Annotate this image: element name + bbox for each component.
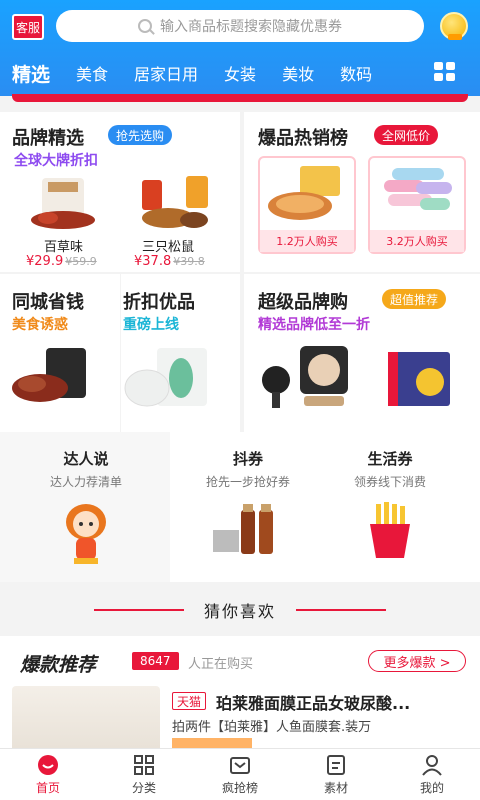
city-title: 同城省钱	[12, 292, 84, 313]
product-price: ¥29.9 ¥59.9	[26, 254, 97, 269]
mask-box-product-image	[388, 352, 450, 406]
beef-product-image	[12, 348, 86, 402]
discount-subtitle: 重磅上线	[123, 317, 179, 333]
search-icon	[138, 19, 152, 33]
hot-item-label: 1.2万人购买	[260, 230, 354, 252]
nav-label: 疯抢榜	[221, 780, 258, 795]
product-title[interactable]: 珀莱雅面膜正品女玻尿酸...	[216, 690, 410, 714]
search-placeholder: 输入商品标题搜索隐藏优惠券	[160, 19, 342, 35]
hot-list-title: 爆品热销榜	[258, 128, 348, 149]
material-icon	[327, 754, 345, 775]
nav-mine[interactable]: 我的	[384, 749, 480, 800]
brand-pill: 抢先选购	[108, 125, 173, 145]
divider-line	[93, 609, 184, 611]
brand-card[interactable]: 品牌精选 抢先选购 全球大牌折扣 百草味 ¥29.9 ¥59.9 三只松鼠 ¥37…	[0, 112, 240, 272]
guess-label: 猜你喜欢	[203, 602, 276, 621]
tab-digital[interactable]: 数码	[332, 61, 380, 85]
more-hot-button[interactable]: 更多爆款 >	[368, 650, 466, 672]
search-input[interactable]: 输入商品标题搜索隐藏优惠券	[56, 10, 424, 42]
nav-label: 素材	[323, 780, 348, 795]
hot-item-card[interactable]: 1.2万人购买	[258, 156, 356, 254]
life-coupon-title: 生活券	[367, 450, 413, 468]
mini-grid: 达人说 达人力荐清单 抖券 抢先一步抢好券 生活券 领券线下消费	[0, 432, 480, 582]
talent-subtitle: 达人力荐清单	[49, 475, 122, 489]
category-icon	[134, 754, 154, 775]
super-brand-subtitle: 精选品牌低至一折	[258, 317, 370, 333]
hot-list-card[interactable]: 爆品热销榜 全网低价 1.2万人购买 3.2万人购买	[244, 112, 480, 272]
divider-line	[296, 609, 386, 611]
cartoon-girl-icon	[66, 504, 106, 564]
facemask-product-image	[124, 348, 207, 407]
discount-card[interactable]: 折扣优品 重磅上线	[121, 274, 240, 434]
ranking-icon	[230, 756, 250, 774]
nav-material[interactable]: 素材	[288, 749, 384, 800]
promo-grid: 品牌精选 抢先选购 全球大牌折扣 百草味 ¥29.9 ¥59.9 三只松鼠 ¥37…	[0, 104, 480, 434]
tmall-badge: 天猫	[172, 692, 207, 710]
tab-beauty[interactable]: 美妆	[274, 61, 322, 85]
hot-item-label: 3.2万人购买	[370, 230, 464, 252]
super-brand-title: 超级品牌购	[258, 292, 348, 313]
cushion-product-image	[262, 346, 348, 408]
customer-service-button[interactable]: 客服	[12, 14, 44, 40]
super-brand-card[interactable]: 超级品牌购 超值推荐 精选品牌低至一折	[244, 274, 480, 434]
snack-product-image	[31, 178, 95, 229]
tab-home[interactable]: 居家日用	[126, 61, 206, 85]
nav-category[interactable]: 分类	[96, 749, 192, 800]
hot-list-pill: 全网低价	[374, 125, 439, 145]
brand-subtitle: 全球大牌折扣	[14, 153, 98, 169]
talent-title: 达人说	[63, 450, 109, 468]
towel-product-image	[384, 168, 452, 210]
buyer-count-badge: 8647	[132, 652, 179, 670]
douquan-card[interactable]: 抖券 抢先一步抢好券	[176, 448, 320, 564]
city-subtitle: 美食诱惑	[12, 317, 68, 333]
product-thumbnail[interactable]	[12, 686, 160, 748]
douquan-subtitle: 抢先一步抢好券	[205, 475, 290, 489]
nav-home[interactable]: 首页	[0, 749, 96, 800]
nuts-product-image	[142, 176, 208, 228]
tab-featured[interactable]: 精选	[4, 60, 58, 87]
cosmetics-product-image	[213, 504, 273, 554]
noodle-product-image	[268, 166, 340, 220]
talent-card[interactable]: 达人说 达人力荐清单	[14, 448, 158, 572]
banner-strip	[12, 94, 468, 102]
hot-recommend-section: 爆款推荐 8647 人正在购买 更多爆款 > 天猫 珀莱雅面膜正品女玻尿酸...…	[0, 636, 480, 750]
coin-icon[interactable]	[440, 12, 468, 40]
bottom-nav: 首页 分类 疯抢榜 素材 我的	[0, 748, 480, 800]
city-card[interactable]: 同城省钱 美食诱惑	[0, 274, 120, 434]
life-coupon-subtitle: 领券线下消费	[353, 475, 426, 489]
fries-icon	[370, 502, 410, 558]
hot-recommend-title: 爆款推荐	[20, 654, 97, 676]
douquan-title: 抖券	[232, 450, 263, 468]
product-price: ¥37.8 ¥39.8	[134, 254, 205, 269]
nav-ranking[interactable]: 疯抢榜	[192, 749, 288, 800]
life-coupon-card[interactable]: 生活券 领券线下消费	[318, 448, 462, 564]
discount-title: 折扣优品	[123, 292, 195, 313]
category-tabs: 精选 美食 居家日用 女装 美妆 数码	[0, 56, 430, 90]
hot-item-card[interactable]: 3.2万人购买	[368, 156, 466, 254]
grid-menu-icon[interactable]	[434, 62, 456, 82]
user-icon	[422, 754, 442, 776]
tab-women[interactable]: 女装	[216, 61, 264, 85]
buying-now-text: 人正在购买	[188, 657, 254, 672]
product-name: 三只松鼠	[142, 240, 195, 255]
product-name: 百草味	[44, 240, 84, 255]
nav-label: 我的	[419, 780, 444, 795]
product-description: 拍两件【珀莱雅】人鱼面膜套.装万	[172, 720, 372, 735]
super-brand-pill: 超值推荐	[382, 289, 447, 309]
brand-title: 品牌精选	[12, 128, 84, 149]
tab-food[interactable]: 美食	[68, 61, 116, 85]
guess-you-like-divider: 猜你喜欢	[0, 590, 480, 630]
nav-label: 首页	[35, 780, 60, 795]
header: 客服 输入商品标题搜索隐藏优惠券 精选 美食 居家日用 女装 美妆 数码	[0, 0, 480, 96]
nav-label: 分类	[131, 780, 156, 795]
home-icon	[38, 754, 58, 775]
